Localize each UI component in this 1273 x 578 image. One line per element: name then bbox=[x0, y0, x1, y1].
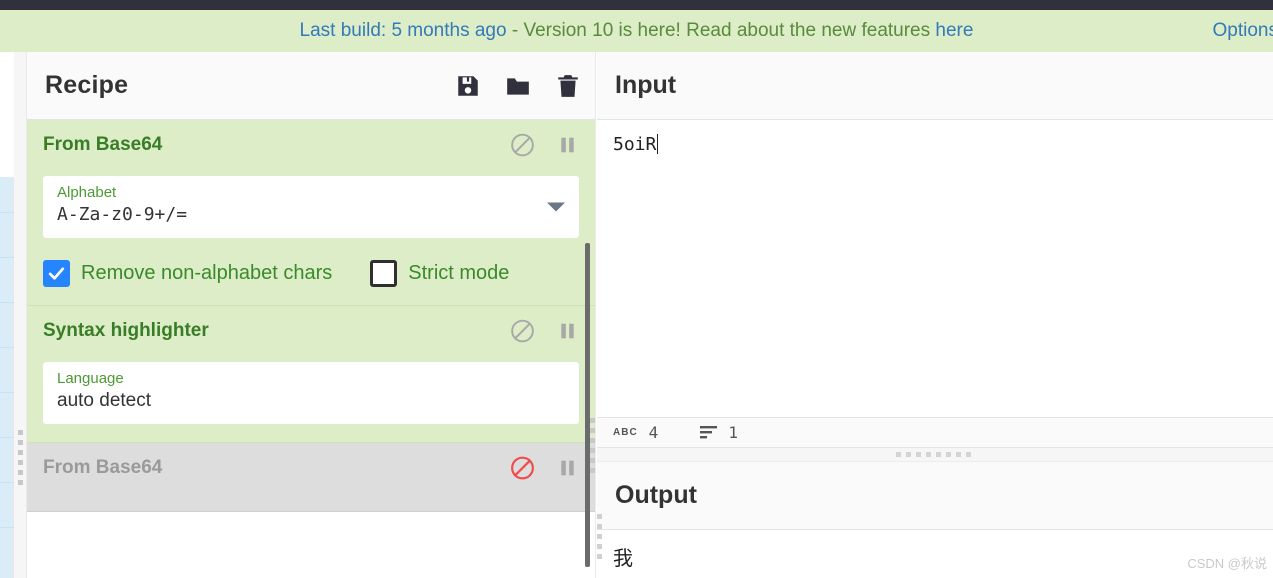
disable-operation-icon[interactable] bbox=[509, 455, 536, 482]
operation-controls bbox=[509, 318, 581, 345]
csdn-watermark: CSDN @秋说 bbox=[1187, 556, 1267, 571]
remove-non-alphabet-label: Remove non-alphabet chars bbox=[81, 262, 333, 284]
banner-message: Last build: 5 months ago - Version 10 is… bbox=[0, 20, 1273, 42]
io-splitter-handle[interactable] bbox=[896, 452, 974, 457]
text-cursor bbox=[657, 134, 659, 154]
recipe-scrollbar[interactable] bbox=[585, 243, 590, 567]
options-link[interactable]: Options bbox=[1213, 20, 1273, 42]
operation-name: Syntax highlighter bbox=[43, 320, 209, 341]
recipe-drag-handle[interactable] bbox=[590, 418, 595, 474]
rail-divider bbox=[0, 392, 14, 393]
rail-divider bbox=[0, 257, 14, 258]
checkbox-unchecked-box[interactable] bbox=[370, 260, 398, 287]
alphabet-value: A-Za-z0-9+/= bbox=[57, 204, 188, 225]
input-title: Input bbox=[615, 71, 677, 99]
rail-splitter[interactable] bbox=[14, 52, 26, 578]
banner-version-text: Version 10 is here! Read about the new f… bbox=[523, 20, 936, 41]
language-label: Language bbox=[57, 370, 124, 387]
output-title: Output bbox=[615, 481, 697, 509]
save-icon[interactable] bbox=[455, 73, 481, 99]
pause-breakpoint-icon[interactable] bbox=[554, 318, 581, 345]
rail-divider bbox=[0, 302, 14, 303]
strict-mode-checkbox[interactable]: Strict mode bbox=[370, 260, 509, 287]
disable-operation-icon[interactable] bbox=[509, 318, 536, 345]
operations-rail-top bbox=[0, 52, 14, 177]
rail-divider bbox=[0, 347, 14, 348]
line-count: 1 bbox=[700, 423, 738, 442]
operation-name: From Base64 bbox=[43, 457, 163, 478]
trash-icon[interactable] bbox=[555, 73, 581, 99]
input-textarea[interactable]: 5oiR bbox=[597, 120, 1273, 417]
banner-here-link[interactable]: here bbox=[935, 20, 973, 41]
rail-divider bbox=[0, 212, 14, 213]
operations-rail[interactable] bbox=[0, 52, 14, 578]
output-value: 我 bbox=[613, 546, 633, 570]
rail-divider bbox=[0, 482, 14, 483]
alphabet-select[interactable]: Alphabet A-Za-z0-9+/= bbox=[43, 176, 579, 238]
operation-checkboxes: Remove non-alphabet chars Strict mode bbox=[43, 260, 579, 287]
operation-header: From Base64 bbox=[27, 443, 595, 493]
title-bar-strip bbox=[0, 0, 1273, 10]
language-field[interactable]: Language auto detect bbox=[43, 362, 579, 424]
operation-controls bbox=[509, 132, 581, 159]
rail-divider bbox=[0, 437, 14, 438]
pause-breakpoint-icon[interactable] bbox=[554, 455, 581, 482]
character-count: ABC 4 bbox=[613, 423, 658, 442]
chevron-down-icon[interactable] bbox=[547, 202, 565, 212]
output-left-drag-handle[interactable] bbox=[597, 514, 602, 560]
recipe-operation[interactable]: From Base64 Alphabet A-Za-z0-9+/= Remove… bbox=[27, 120, 595, 306]
input-header: Input bbox=[597, 52, 1273, 120]
disable-operation-icon[interactable] bbox=[509, 132, 536, 159]
input-status-bar: ABC 4 1 bbox=[597, 417, 1273, 448]
recipe-actions bbox=[455, 73, 581, 99]
cyberchef-window: Last build: 5 months ago - Version 10 is… bbox=[0, 0, 1273, 578]
character-count-value: 4 bbox=[648, 423, 659, 442]
remove-non-alphabet-checkbox[interactable]: Remove non-alphabet chars bbox=[43, 260, 332, 287]
io-splitter[interactable] bbox=[597, 448, 1273, 462]
last-build-link[interactable]: Last build: 5 months ago bbox=[300, 20, 507, 41]
announcement-banner: Last build: 5 months ago - Version 10 is… bbox=[0, 10, 1273, 52]
operation-controls bbox=[509, 455, 581, 482]
pause-breakpoint-icon[interactable] bbox=[554, 132, 581, 159]
language-value: auto detect bbox=[57, 390, 152, 411]
lines-icon bbox=[700, 426, 718, 439]
alphabet-label: Alphabet bbox=[57, 184, 117, 201]
recipe-title: Recipe bbox=[45, 71, 129, 99]
io-column: Input 5oiR ABC 4 1 Output 我 bbox=[597, 52, 1273, 578]
input-value: 5oiR bbox=[613, 134, 657, 155]
strict-mode-label: Strict mode bbox=[408, 262, 510, 284]
check-icon bbox=[48, 267, 65, 280]
output-textarea[interactable]: 我 bbox=[597, 530, 1273, 571]
recipe-panel: Recipe From Base64 Alphabet A-Za-z0-9+/=… bbox=[26, 52, 596, 578]
operation-name: From Base64 bbox=[43, 134, 163, 155]
output-header: Output bbox=[597, 462, 1273, 530]
abc-icon: ABC bbox=[613, 427, 638, 438]
recipe-header: Recipe bbox=[27, 52, 595, 120]
rail-divider bbox=[0, 527, 14, 528]
folder-icon[interactable] bbox=[505, 73, 531, 99]
rail-drag-handle[interactable] bbox=[18, 430, 23, 486]
recipe-operation[interactable]: Syntax highlighter Language auto detect bbox=[27, 306, 595, 443]
checkbox-checked-box[interactable] bbox=[43, 260, 70, 287]
recipe-operation-disabled[interactable]: From Base64 bbox=[27, 443, 595, 512]
line-count-value: 1 bbox=[728, 423, 738, 442]
operation-header: Syntax highlighter bbox=[27, 306, 595, 356]
operation-header: From Base64 bbox=[27, 120, 595, 170]
banner-separator: - bbox=[506, 20, 524, 41]
